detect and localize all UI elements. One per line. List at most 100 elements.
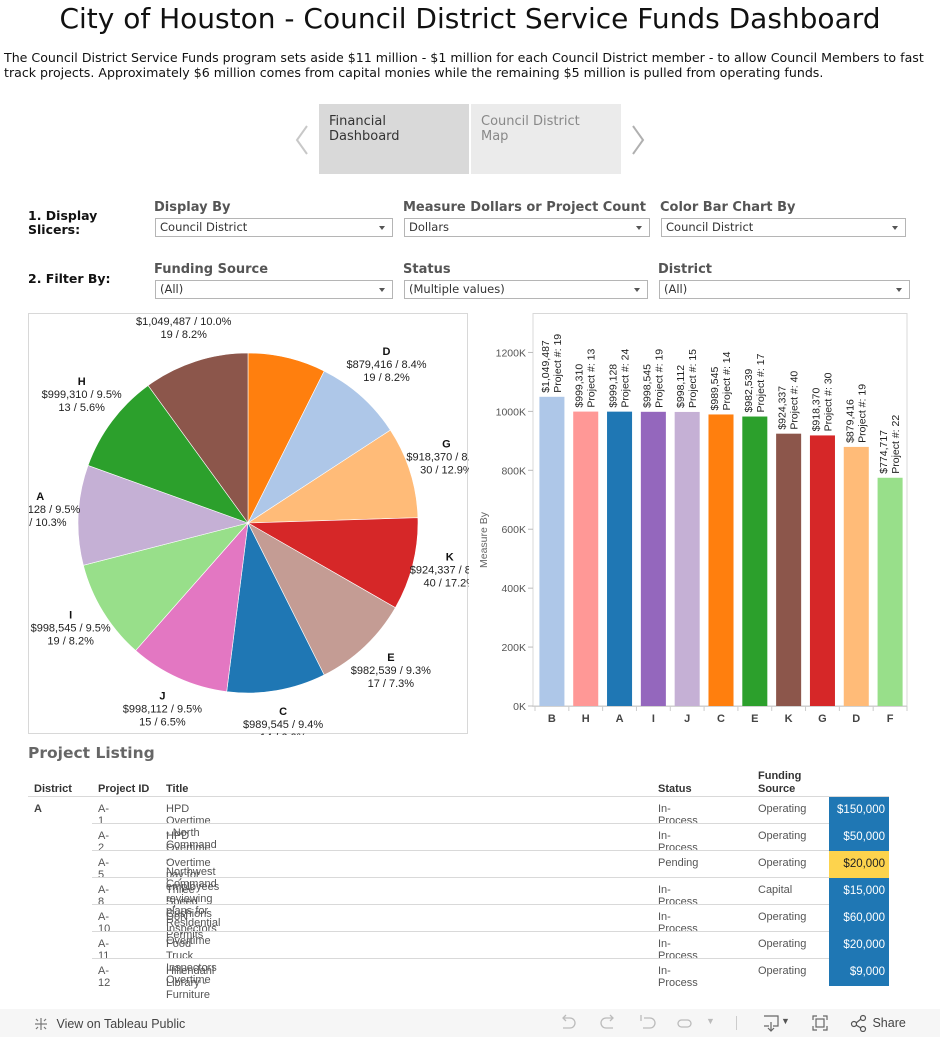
cell-status: Pending (658, 857, 699, 869)
bar-project-label: Project #: 17 (755, 353, 767, 412)
bar-b[interactable] (539, 396, 565, 706)
pie-label-k: K$924,337 / 8.8%40 / 17.2% (410, 551, 490, 589)
measure-value: Dollars (409, 220, 450, 234)
row-divider (92, 850, 829, 851)
column-header-funding-source: Funding Source (758, 770, 802, 795)
undo-icon[interactable] (558, 1014, 578, 1032)
bar-value-label: $1,049,487 (540, 340, 552, 393)
pie-label-count: 24 / 10.3% (29, 517, 67, 529)
color-by-label: Color Bar Chart By (660, 200, 796, 215)
bar-project-label: Project #: 22 (890, 415, 902, 474)
intro-text: The Council District Service Funds progr… (4, 50, 924, 80)
pie-label-district: J (159, 691, 165, 703)
x-tick-label: H (582, 713, 590, 725)
status-dropdown[interactable]: (Multiple values) (404, 280, 648, 299)
chevron-right-icon (632, 125, 645, 155)
district-group-label: A (34, 803, 42, 815)
bar-d[interactable] (843, 446, 869, 706)
bar-value-label: $982,539 (743, 369, 755, 413)
cell-funding-source: Operating (758, 911, 807, 923)
dropdown-caret-icon (379, 288, 385, 292)
bar-chart: Measure By 0K 200K 400K 600K 800K 1000K 1200K B $… (478, 313, 908, 725)
prev-arrow-button[interactable] (292, 120, 312, 160)
bar-k[interactable] (776, 433, 802, 706)
y-tick-label: 1000K (496, 406, 526, 418)
pie-label-district: G (442, 439, 451, 451)
pie-label-district: E (387, 652, 394, 664)
district-dropdown[interactable]: (All) (659, 280, 910, 299)
bar-project-label: Project #: 24 (620, 349, 632, 408)
pie-label-g: G$918,370 / 8.7%30 / 12.9% (406, 439, 486, 477)
page-title: City of Houston - Council District Servi… (59, 2, 881, 35)
cell-status: In-Process (658, 965, 698, 989)
pie-label-i: I$998,545 / 9.5%19 / 8.2% (31, 610, 111, 648)
y-tick-label: 0K (513, 701, 526, 713)
pie-label-dollars: $924,337 / 8.8% (410, 564, 469, 576)
pie-label-district: I (69, 610, 72, 622)
bar-h[interactable] (573, 411, 599, 706)
pie-chart-panel: D$879,416 / 8.4%19 / 8.2%G$918,370 / 8.7… (0, 303, 490, 744)
refresh-icon[interactable] (675, 1014, 695, 1032)
cell-funding-source: Operating (758, 938, 807, 950)
pie-label-a: A$999,128 / 9.5%24 / 10.3% (0, 491, 80, 529)
filter-by-label: 2. Filter By: (28, 271, 111, 286)
row-divider (92, 823, 829, 824)
download-icon[interactable] (761, 1014, 781, 1032)
district-value: (All) (664, 282, 688, 296)
tableau-logo-icon (35, 1017, 47, 1030)
bar-g[interactable] (809, 435, 835, 706)
pie-label-district: D (383, 346, 391, 358)
header-divider (28, 796, 889, 797)
row-divider (92, 931, 829, 932)
refresh-dropdown-icon[interactable]: ▼ (706, 1016, 715, 1026)
cell-amount: $60,000 (829, 905, 889, 932)
funding-source-dropdown[interactable]: (All) (155, 280, 393, 299)
pie-label-h: H$999,310 / 9.5%13 / 5.6% (42, 376, 122, 414)
bar-chart-panel: Measure By 0K 200K 400K 600K 800K 1000K 1200K B $… (477, 313, 909, 734)
pie-label-district: B (180, 314, 188, 315)
bar-f[interactable] (877, 477, 903, 706)
tableau-toolbar: View on Tableau Public ▼ ▼ Share (0, 1009, 940, 1037)
pie-label-count: 14 / 6.0% (260, 732, 307, 735)
cell-funding-source: Operating (758, 857, 807, 869)
pie-label-district: K (446, 551, 454, 563)
column-header-status: Status (658, 783, 692, 795)
share-label: Share (872, 1016, 906, 1030)
bar-c[interactable] (708, 414, 734, 706)
bar-i[interactable] (640, 411, 666, 706)
cell-amount: $150,000 (829, 797, 889, 824)
bar-a[interactable] (607, 411, 633, 706)
x-tick-label: F (887, 713, 894, 725)
share-button[interactable]: Share (850, 1014, 906, 1033)
bar-value-label: $918,370 (810, 387, 822, 431)
pie-label-dollars: $998,545 / 9.5% (31, 623, 111, 635)
pie-label-count: 13 / 5.6% (58, 402, 105, 414)
bar-j[interactable] (674, 411, 700, 706)
pie-label-dollars: $989,545 / 9.4% (243, 719, 323, 731)
pie-label-count: 17 / 7.3% (368, 678, 415, 690)
revert-icon[interactable] (638, 1014, 658, 1032)
measure-dropdown[interactable]: Dollars (404, 218, 650, 237)
cell-amount: $20,000 (829, 932, 889, 959)
fullscreen-icon[interactable] (811, 1014, 829, 1032)
bar-value-label: $879,416 (844, 399, 856, 443)
bar-project-label: Project #: 15 (687, 349, 699, 408)
pie-label-count: 19 / 8.2% (160, 329, 207, 341)
download-dropdown-icon[interactable]: ▼ (781, 1016, 790, 1026)
cell-funding-source: Operating (758, 803, 807, 815)
cell-funding-source: Operating (758, 830, 807, 842)
tab-financial-dashboard[interactable]: Financial Dashboard (319, 104, 469, 174)
redo-icon[interactable] (598, 1014, 618, 1032)
bar-e[interactable] (742, 416, 768, 706)
view-on-tableau-link[interactable]: View on Tableau Public (33, 1015, 185, 1033)
color-by-dropdown[interactable]: Council District (661, 218, 906, 237)
x-tick-label: B (548, 713, 556, 725)
dropdown-caret-icon (636, 226, 642, 230)
next-arrow-button[interactable] (628, 120, 648, 160)
tab-council-district-map[interactable]: Council District Map (471, 104, 621, 174)
dropdown-caret-icon (634, 288, 640, 292)
district-label: District (658, 262, 712, 277)
x-tick-label: I (652, 713, 655, 725)
cell-amount: $20,000 (829, 851, 889, 878)
display-by-dropdown[interactable]: Council District (155, 218, 393, 237)
